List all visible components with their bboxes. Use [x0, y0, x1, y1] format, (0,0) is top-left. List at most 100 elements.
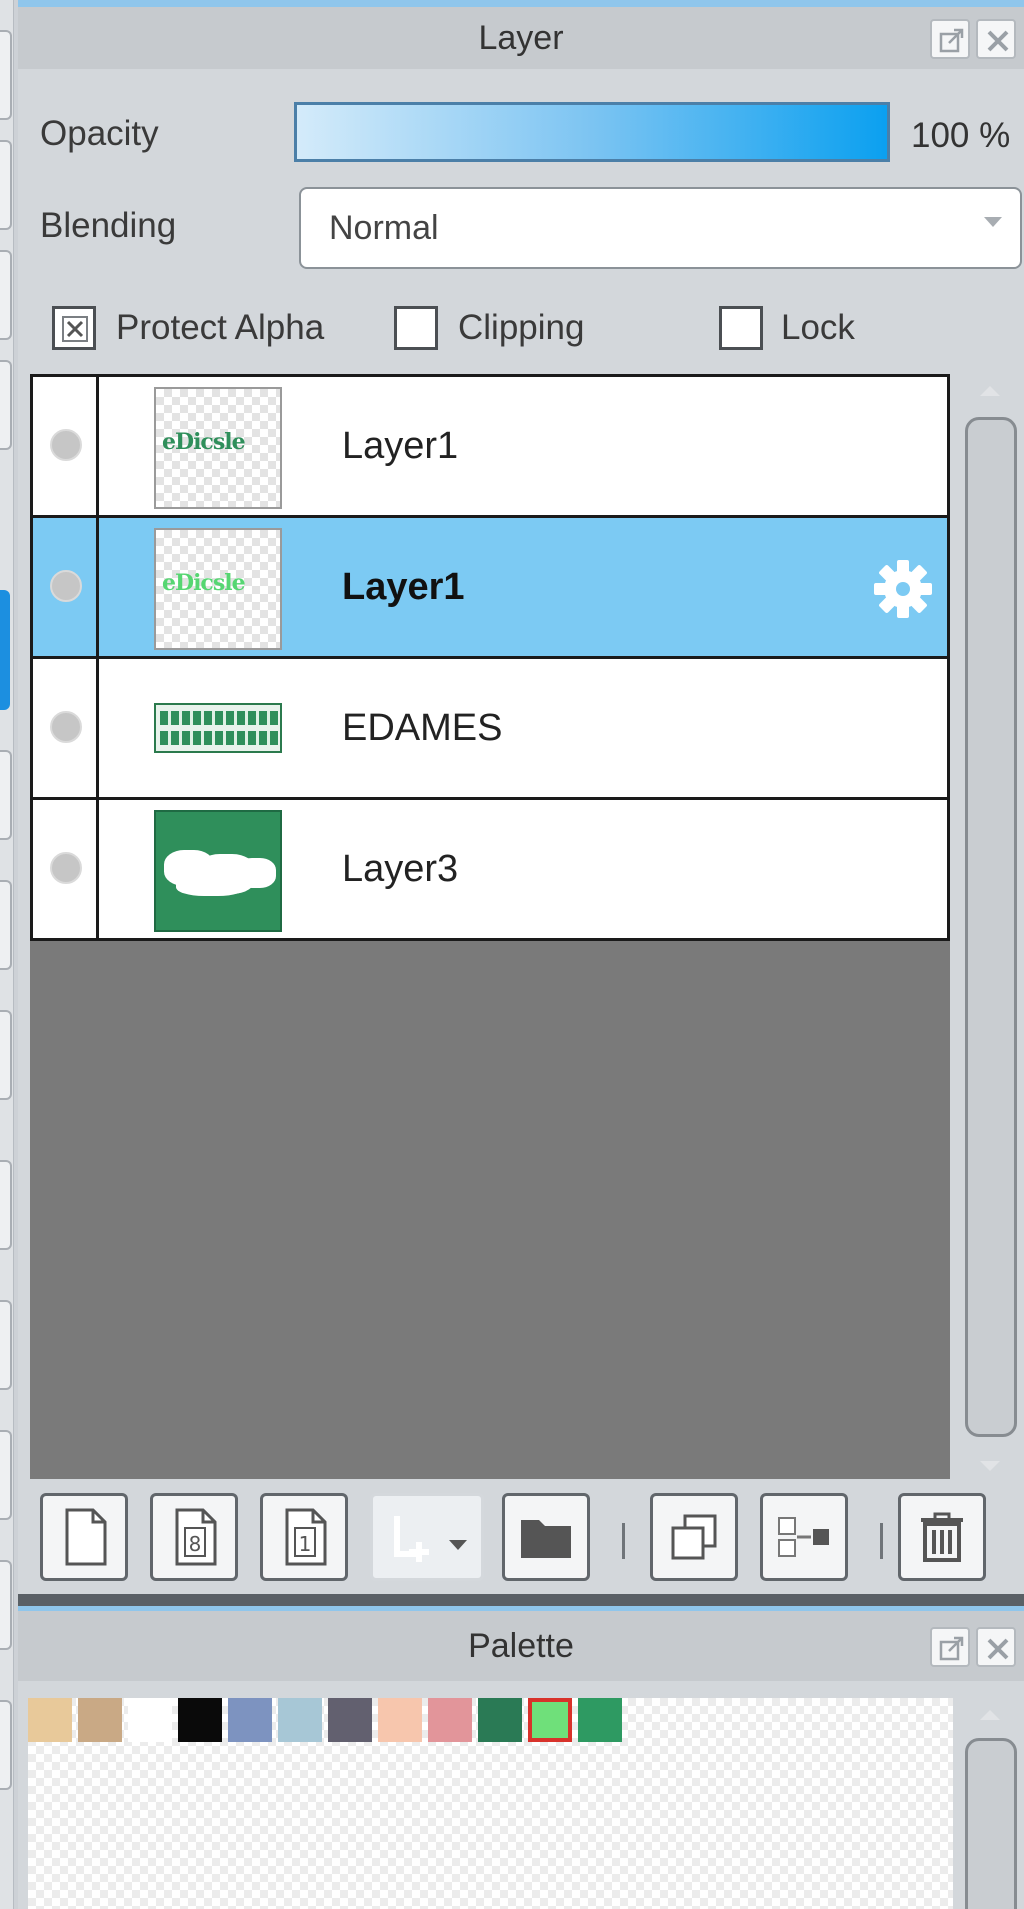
palette-swatch[interactable] — [428, 1698, 472, 1742]
layer-row[interactable]: Layer3 — [30, 797, 950, 941]
strip-tab[interactable] — [0, 1300, 12, 1390]
layer-name: Layer1 — [342, 425, 459, 467]
add-layer-dropdown-button[interactable] — [370, 1493, 484, 1581]
delete-layer-button[interactable] — [898, 1493, 986, 1581]
palette-swatch[interactable] — [478, 1698, 522, 1742]
strip-tab[interactable] — [0, 1010, 12, 1100]
palette-panel-header: Palette — [18, 1611, 1024, 1681]
palette-swatch[interactable] — [378, 1698, 422, 1742]
protect-alpha-label[interactable]: Protect Alpha — [116, 308, 324, 348]
strip-tab[interactable] — [0, 750, 12, 840]
visibility-toggle[interactable] — [50, 852, 82, 884]
lock-label[interactable]: Lock — [781, 308, 855, 348]
layer-panel-title: Layer — [478, 19, 564, 57]
layer-row[interactable]: EDAMES — [30, 656, 950, 800]
visibility-cell[interactable] — [33, 659, 99, 797]
visibility-cell[interactable] — [33, 800, 99, 938]
layer-name: Layer3 — [342, 848, 459, 890]
scrollbar-thumb[interactable] — [965, 1738, 1017, 1909]
strip-tab[interactable] — [0, 360, 12, 450]
palette-swatch-selected[interactable] — [528, 1698, 572, 1742]
clipping-checkbox[interactable] — [394, 306, 438, 350]
svg-text:1: 1 — [299, 1532, 312, 1556]
strip-tab[interactable] — [0, 1560, 12, 1650]
visibility-cell[interactable] — [33, 518, 99, 656]
layer-thumbnail: eDicsle — [154, 387, 282, 509]
toolbar-separator — [880, 1523, 883, 1559]
close-panel-button[interactable] — [976, 19, 1016, 59]
duplicate-layer-icon — [671, 1514, 717, 1560]
blending-select[interactable]: Normal — [299, 187, 1022, 269]
visibility-cell[interactable] — [33, 377, 99, 515]
toolbar-separator — [622, 1523, 625, 1559]
duplicate-layer-button[interactable] — [650, 1493, 738, 1581]
visibility-toggle[interactable] — [50, 711, 82, 743]
palette-swatch[interactable] — [328, 1698, 372, 1742]
strip-tab[interactable] — [0, 1700, 12, 1790]
close-panel-button[interactable] — [976, 1627, 1016, 1667]
layer-name: Layer1 — [342, 566, 465, 608]
merge-down-button[interactable] — [760, 1493, 848, 1581]
svg-text:8: 8 — [189, 1532, 202, 1556]
visibility-toggle[interactable] — [50, 429, 82, 461]
palette-swatch[interactable] — [78, 1698, 122, 1742]
layer-name: EDAMES — [342, 707, 503, 749]
trash-icon — [921, 1512, 963, 1562]
layer-row[interactable]: eDicsle Layer1 — [30, 374, 950, 518]
layer-thumbnail — [154, 810, 282, 932]
layer-panel-header: Layer — [18, 7, 1024, 69]
palette-empty-area[interactable] — [28, 1746, 953, 1909]
scroll-up-arrow-icon[interactable] — [980, 386, 1000, 396]
close-icon — [987, 30, 1009, 52]
gear-icon[interactable] — [872, 558, 934, 620]
checkbox-x-icon — [62, 316, 88, 342]
clipping-label[interactable]: Clipping — [458, 308, 584, 348]
blending-label: Blending — [40, 206, 177, 245]
opacity-value: 100 % — [911, 116, 1011, 155]
palette-swatch[interactable] — [128, 1698, 172, 1742]
palette-panel-title: Palette — [468, 1627, 574, 1665]
layer-list-scrollbar[interactable] — [962, 374, 1018, 1479]
new-1bit-layer-button[interactable]: 1 — [260, 1493, 348, 1581]
strip-tab[interactable] — [0, 880, 12, 970]
new-8bit-layer-button[interactable]: 8 — [150, 1493, 238, 1581]
palette-swatch[interactable] — [278, 1698, 322, 1742]
undock-button[interactable] — [930, 19, 970, 59]
undock-icon — [939, 28, 964, 53]
scroll-down-arrow-icon[interactable] — [980, 1461, 1000, 1471]
blending-value: Normal — [329, 209, 439, 247]
new-layer-icon — [65, 1508, 107, 1566]
palette-swatch[interactable] — [28, 1698, 72, 1742]
layer-list: eDicsle Layer1 eDicsle Layer1 EDAMES Lay… — [30, 374, 950, 1479]
close-icon — [987, 1638, 1009, 1660]
palette-swatch[interactable] — [178, 1698, 222, 1742]
new-layer-button[interactable] — [40, 1493, 128, 1581]
palette-panel: Palette — [18, 1611, 1024, 1909]
layer-row-selected[interactable]: eDicsle Layer1 — [30, 515, 950, 659]
layer-panel: Layer Opacity 100 % Blending Normal Prot… — [18, 0, 1024, 1594]
strip-tab[interactable] — [0, 140, 12, 230]
layer-thumbnail: eDicsle — [154, 528, 282, 650]
strip-tab[interactable] — [0, 1160, 12, 1250]
left-tool-strip — [0, 0, 14, 1909]
scrollbar-thumb[interactable] — [965, 417, 1017, 1437]
palette-scrollbar[interactable] — [962, 1698, 1018, 1909]
layer-thumbnail — [154, 703, 282, 753]
palette-swatch[interactable] — [228, 1698, 272, 1742]
protect-alpha-checkbox[interactable] — [52, 306, 96, 350]
visibility-toggle[interactable] — [50, 570, 82, 602]
undock-icon — [939, 1636, 964, 1661]
strip-tab[interactable] — [0, 250, 12, 340]
new-folder-button[interactable] — [502, 1493, 590, 1581]
scroll-up-arrow-icon[interactable] — [980, 1710, 1000, 1720]
palette-swatch[interactable] — [578, 1698, 622, 1742]
add-layer-dropdown-icon — [394, 1516, 467, 1562]
opacity-slider[interactable] — [294, 102, 890, 162]
strip-tab[interactable] — [0, 1430, 12, 1520]
strip-active-tab[interactable] — [0, 590, 10, 710]
strip-tab[interactable] — [0, 30, 12, 120]
panel-divider[interactable] — [18, 1594, 1024, 1606]
undock-button[interactable] — [930, 1627, 970, 1667]
lock-checkbox[interactable] — [719, 306, 763, 350]
layer-toolbar: 8 1 — [30, 1479, 986, 1589]
